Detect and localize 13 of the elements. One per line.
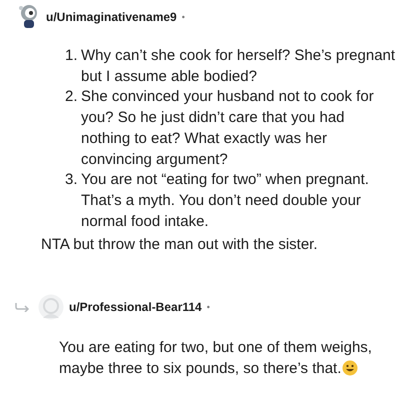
- username-link[interactable]: u/Professional-Bear114: [69, 300, 202, 314]
- list-number: 3.: [65, 170, 79, 190]
- list-item-text: She convinced your husband not to cook for you? So he just didn’t care that you had nothing to eat? What exactly was her convincing argument?: [81, 87, 375, 170]
- list-number: 1.: [65, 46, 79, 66]
- list-item-text: Why can’t she cook for herself? She’s pregnant but I assume able bodied?: [81, 46, 396, 87]
- comment-text: You are eating for two, but one of them weighs, maybe three to six pounds, so there’s that.: [59, 338, 373, 379]
- username-link[interactable]: u/Unimaginativename9: [46, 10, 177, 24]
- comment-text: NTA but throw the man out with the sister.: [41, 235, 319, 256]
- reply-arrow-icon: [15, 302, 31, 312]
- separator-dot: •: [182, 12, 185, 22]
- separator-dot: •: [206, 302, 210, 312]
- list-number: 2.: [65, 87, 79, 108]
- list-item-text: You are not “eating for two” when pregnant. That’s a myth. You don’t need double your normal food intake.: [81, 170, 370, 232]
